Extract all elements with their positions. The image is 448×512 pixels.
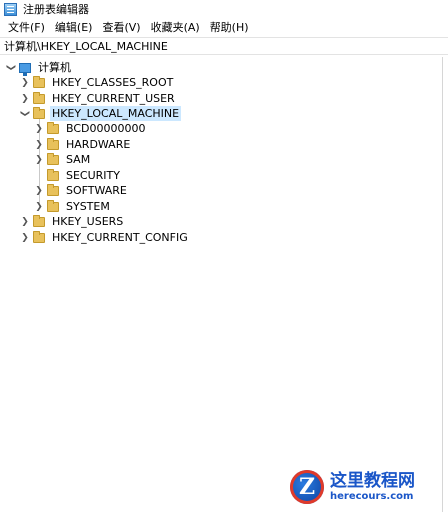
registry-tree[interactable]: ❯ 计算机 ❯ HKEY_CLASSES_ROOT ❯ HKEY_CURRENT… bbox=[0, 57, 443, 512]
menu-file[interactable]: 文件(F) bbox=[4, 18, 49, 37]
watermark-url: herecours.com bbox=[330, 491, 414, 502]
tree-node-software[interactable]: ❯ SOFTWARE bbox=[34, 183, 129, 198]
computer-icon bbox=[19, 62, 31, 76]
window-title: 注册表编辑器 bbox=[23, 3, 89, 16]
tree-label: SAM bbox=[66, 153, 91, 166]
chevron-down-icon[interactable]: ❯ bbox=[18, 109, 33, 119]
registry-editor-icon bbox=[4, 2, 17, 16]
watermark-text: 这里教程网 herecours.com bbox=[330, 471, 415, 503]
folder-icon bbox=[47, 152, 59, 165]
tree-node-hardware[interactable]: ❯ HARDWARE bbox=[34, 137, 132, 152]
watermark: Z 这里教程网 herecours.com bbox=[290, 468, 442, 506]
chevron-right-icon[interactable]: ❯ bbox=[34, 137, 44, 152]
tree-label: HKEY_CLASSES_ROOT bbox=[52, 76, 174, 89]
tree-label: HKEY_LOCAL_MACHINE bbox=[50, 106, 182, 121]
tree-label: HKEY_USERS bbox=[52, 215, 124, 228]
title-bar: 注册表编辑器 bbox=[0, 0, 448, 18]
folder-icon bbox=[47, 168, 59, 181]
menu-edit[interactable]: 编辑(E) bbox=[51, 18, 97, 37]
tree-label: HKEY_CURRENT_CONFIG bbox=[52, 231, 188, 244]
tree-node-hkey-users[interactable]: ❯ HKEY_USERS bbox=[20, 214, 125, 229]
tree-label: SYSTEM bbox=[66, 200, 110, 213]
chevron-right-icon[interactable]: ❯ bbox=[34, 121, 44, 136]
tree-node-system[interactable]: ❯ SYSTEM bbox=[34, 199, 112, 214]
folder-icon bbox=[47, 199, 59, 212]
chevron-right-icon[interactable]: ❯ bbox=[34, 183, 44, 198]
tree-label: HKEY_CURRENT_USER bbox=[52, 92, 175, 105]
tree-root[interactable]: ❯ 计算机 bbox=[4, 60, 73, 76]
tree-node-security[interactable]: ❯ SECURITY bbox=[34, 168, 122, 183]
tree-label: 计算机 bbox=[38, 61, 71, 74]
tree-node-hkey-local-machine[interactable]: ❯ HKEY_LOCAL_MACHINE bbox=[18, 106, 182, 121]
folder-icon bbox=[47, 183, 59, 196]
folder-icon bbox=[47, 137, 59, 150]
watermark-logo-icon: Z bbox=[290, 470, 324, 504]
expand-chevron-icon[interactable]: ❯ bbox=[4, 63, 19, 73]
folder-icon bbox=[33, 230, 45, 243]
chevron-right-icon[interactable]: ❯ bbox=[20, 230, 30, 245]
tree-node-bcd00000000[interactable]: ❯ BCD00000000 bbox=[34, 121, 148, 136]
tree-label: HARDWARE bbox=[66, 138, 131, 151]
menu-view[interactable]: 查看(V) bbox=[98, 18, 144, 37]
watermark-name: 这里教程网 bbox=[330, 471, 415, 491]
tree-label: BCD00000000 bbox=[66, 122, 146, 135]
folder-icon bbox=[33, 214, 45, 227]
chevron-right-icon[interactable]: ❯ bbox=[20, 75, 30, 90]
chevron-right-icon[interactable]: ❯ bbox=[34, 152, 44, 167]
address-path: 计算机\HKEY_LOCAL_MACHINE bbox=[4, 40, 168, 53]
tree-node-hkey-classes-root[interactable]: ❯ HKEY_CLASSES_ROOT bbox=[20, 75, 175, 90]
menu-favorites[interactable]: 收藏夹(A) bbox=[147, 18, 204, 37]
tree-node-hkey-current-config[interactable]: ❯ HKEY_CURRENT_CONFIG bbox=[20, 230, 190, 245]
menu-help[interactable]: 帮助(H) bbox=[206, 18, 253, 37]
folder-icon bbox=[47, 121, 59, 134]
menu-bar: 文件(F) 编辑(E) 查看(V) 收藏夹(A) 帮助(H) bbox=[0, 18, 448, 37]
tree-node-sam[interactable]: ❯ SAM bbox=[34, 152, 92, 167]
folder-icon bbox=[33, 75, 45, 88]
chevron-right-icon[interactable]: ❯ bbox=[20, 91, 30, 106]
address-bar[interactable]: 计算机\HKEY_LOCAL_MACHINE bbox=[0, 37, 448, 55]
tree-label: SOFTWARE bbox=[66, 184, 127, 197]
tree-node-hkey-current-user[interactable]: ❯ HKEY_CURRENT_USER bbox=[20, 91, 177, 106]
folder-icon bbox=[33, 106, 45, 119]
chevron-right-icon[interactable]: ❯ bbox=[34, 199, 44, 214]
chevron-right-icon[interactable]: ❯ bbox=[20, 214, 30, 229]
tree-label: SECURITY bbox=[66, 169, 120, 182]
folder-icon bbox=[33, 91, 45, 104]
